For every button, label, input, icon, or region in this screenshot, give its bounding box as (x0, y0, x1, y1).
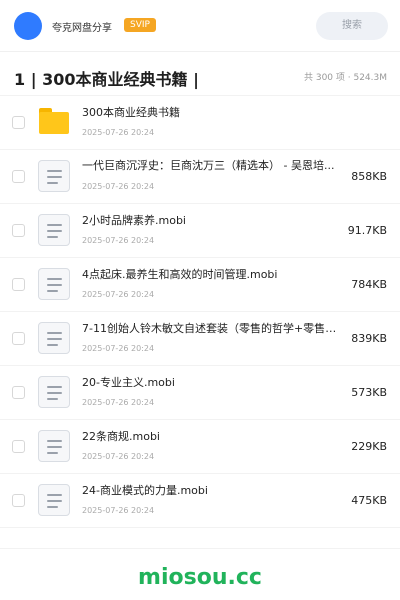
item-date: 2025-07-26 20:24 (82, 398, 155, 407)
item-name: 7-11创始人铃木敏文自述套装（零售的哲学+零售心... (82, 322, 344, 335)
item-name: 20-专业主义.mobi (82, 376, 175, 389)
file-icon (38, 430, 70, 462)
share-username: 夸克网盘分享 (52, 23, 112, 34)
item-name: 4点起床.最养生和高效的时间管理.mobi (82, 268, 278, 281)
list-item[interactable]: 20-专业主义.mobi 2025-07-26 20:24 573KB (0, 366, 400, 420)
list-item[interactable]: 7-11创始人铃木敏文自述套装（零售的哲学+零售心... 2025-07-26 … (0, 312, 400, 366)
folder-summary: 共 300 项 · 524.3M (303, 73, 387, 83)
folder-icon (39, 108, 69, 134)
list-item[interactable]: 4点起床.最养生和高效的时间管理.mobi 2025-07-26 20:24 7… (0, 258, 400, 312)
page-title: 1 | 300本商业经典书籍 | (14, 70, 199, 89)
footer: miosou.cc (0, 548, 400, 600)
item-date: 2025-07-26 20:24 (82, 128, 155, 137)
avatar[interactable] (14, 12, 42, 40)
item-date: 2025-07-26 20:24 (82, 344, 155, 353)
item-checkbox[interactable] (12, 224, 25, 237)
file-icon (38, 376, 70, 408)
file-icon (38, 322, 70, 354)
item-checkbox[interactable] (12, 332, 25, 345)
item-checkbox[interactable] (12, 494, 25, 507)
file-icon (38, 268, 70, 300)
top-bar: 夸克网盘分享 SVIP 搜索 (0, 0, 400, 52)
list-item[interactable]: 2小时品牌素养.mobi 2025-07-26 20:24 91.7KB (0, 204, 400, 258)
item-checkbox[interactable] (12, 116, 25, 129)
item-date: 2025-07-26 20:24 (82, 290, 155, 299)
item-size: 858KB (351, 170, 387, 183)
file-icon (38, 214, 70, 246)
item-size: 839KB (351, 332, 387, 345)
item-size: 573KB (351, 386, 387, 399)
item-size: 229KB (351, 440, 387, 453)
item-size: 784KB (351, 278, 387, 291)
file-icon (38, 484, 70, 516)
list-item[interactable]: 300本商业经典书籍 2025-07-26 20:24 (0, 96, 400, 150)
site-watermark: miosou.cc (138, 565, 262, 590)
item-checkbox[interactable] (12, 386, 25, 399)
search-button[interactable]: 搜索 (316, 12, 388, 40)
item-name: 22条商规.mobi (82, 430, 160, 443)
item-name: 300本商业经典书籍 (82, 106, 180, 119)
list-item[interactable]: 24-商业模式的力量.mobi 2025-07-26 20:24 475KB (0, 474, 400, 528)
item-checkbox[interactable] (12, 440, 25, 453)
item-date: 2025-07-26 20:24 (82, 236, 155, 245)
list-item[interactable]: 一代巨商沉浮史：巨商沈万三（精选本） - 吴恩培... 2025-07-26 2… (0, 150, 400, 204)
item-date: 2025-07-26 20:24 (82, 452, 155, 461)
item-size: 91.7KB (347, 224, 387, 237)
item-date: 2025-07-26 20:24 (82, 182, 155, 191)
file-icon (38, 160, 70, 192)
item-name: 24-商业模式的力量.mobi (82, 484, 208, 497)
item-size: 475KB (351, 494, 387, 507)
item-name: 2小时品牌素养.mobi (82, 214, 186, 227)
item-date: 2025-07-26 20:24 (82, 506, 155, 515)
item-checkbox[interactable] (12, 278, 25, 291)
item-checkbox[interactable] (12, 170, 25, 183)
svip-badge: SVIP (124, 18, 156, 32)
folder-header: 1 | 300本商业经典书籍 | 共 300 项 · 524.3M (0, 52, 400, 96)
list-item[interactable]: 22条商规.mobi 2025-07-26 20:24 229KB (0, 420, 400, 474)
file-list: 300本商业经典书籍 2025-07-26 20:24 一代巨商沉浮史：巨商沈万… (0, 96, 400, 528)
